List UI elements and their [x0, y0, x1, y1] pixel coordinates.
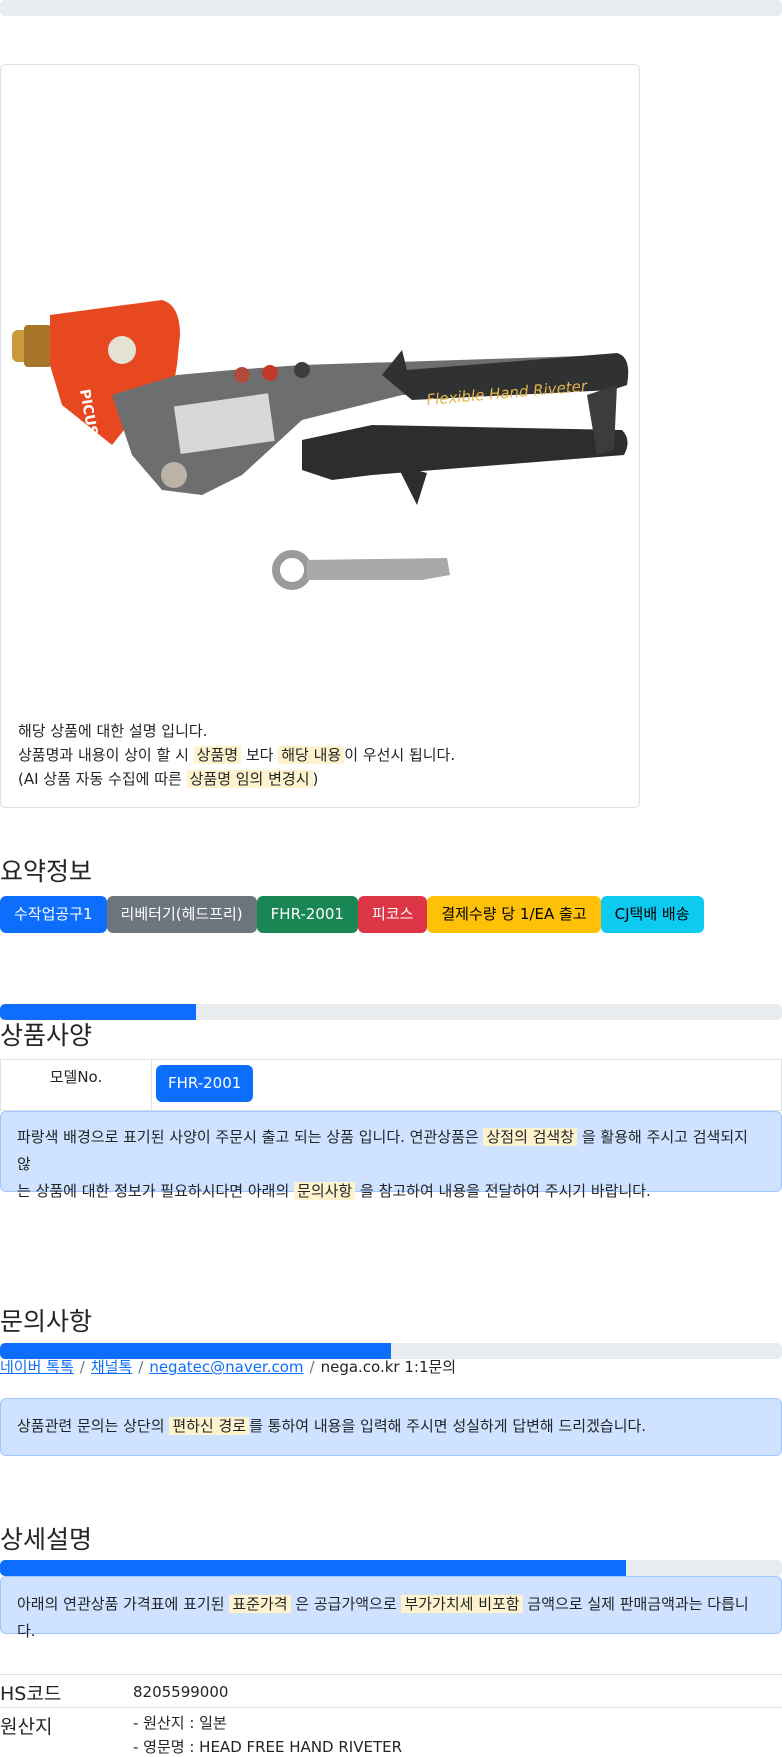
alert-text: 파랑색 배경으로 표기된 사양이 주문시 출고 되는 상품 입니다. 연관상품은 [17, 1128, 479, 1146]
highlight-vat: 부가가치세 비포함 [401, 1595, 523, 1613]
desc-text: (AI 상품 자동 수집에 따른 [18, 770, 182, 788]
badge-model[interactable]: FHR-2001 [256, 896, 358, 933]
detail-progress-bar [0, 1560, 782, 1576]
wrench-ring [272, 550, 312, 590]
email-link[interactable]: negatec@naver.com [149, 1358, 303, 1376]
highlight-content: 해당 내용 [278, 746, 345, 764]
badge-brand[interactable]: 피코스 [357, 896, 428, 933]
detail-alert: 아래의 연관상품 가격표에 표기된 표준가격 은 공급가액으로 부가가치세 비포… [0, 1576, 782, 1640]
desc-text: 상품명과 내용이 상이 할 시 [18, 746, 189, 764]
highlight-name-change: 상품명 임의 변경시 [186, 770, 313, 788]
alert-text: 는 상품에 대한 정보가 필요하시다면 아래의 [17, 1182, 290, 1200]
alert-text: 아래의 연관상품 가격표에 표기된 [17, 1595, 225, 1613]
highlight-product-name: 상품명 [193, 746, 242, 764]
inquiry-title: 문의사항 [0, 1307, 93, 1336]
badge-category[interactable]: 수작업공구1 [0, 896, 107, 933]
model-value-button[interactable]: FHR-2001 [156, 1065, 254, 1102]
site-inquiry-text: nega.co.kr 1:1문의 [320, 1358, 457, 1376]
alert-text: 상품관련 문의는 상단의 [17, 1417, 165, 1435]
model-label: 모델No. [1, 1060, 152, 1110]
origin-value: - 원산지 : 일본 - 영문명 : HEAD FREE HAND RIVETE… [133, 1711, 402, 1757]
lower-handle [302, 425, 628, 480]
badge-delivery[interactable]: CJ택배 배송 [600, 896, 704, 933]
alert-text: 를 통하여 내용을 입력해 주시면 성실하게 답변해 드리겠습니다. [249, 1417, 647, 1435]
product-description: 해당 상품에 대한 설명 입니다. 상품명과 내용이 상이 할 시 상품명 보다… [18, 719, 455, 791]
desc-line-1: 해당 상품에 대한 설명 입니다. [18, 722, 208, 740]
detail-title: 상세설명 [0, 1525, 93, 1554]
product-card: PICUS Flexible Hand Riveter 해당 상품에 대한 설명… [0, 64, 640, 808]
hs-code-label: HS코드 [0, 1683, 62, 1705]
origin-row: 원산지 - 원산지 : 일본 - 영문명 : HEAD FREE HAND RI… [0, 1707, 782, 1757]
desc-text: 이 우선시 됩니다. [344, 746, 456, 764]
desc-text: 보다 [245, 746, 274, 764]
origin-label: 원산지 [0, 1716, 53, 1738]
badge-subcategory[interactable]: 리베터기(헤드프리) [106, 896, 257, 933]
summary-badges: 수작업공구1 리베터기(헤드프리) FHR-2001 피코스 결제수량 당 1/… [0, 896, 704, 933]
wrench-blade [307, 558, 450, 580]
alert-text: 은 공급가액으로 [295, 1595, 397, 1613]
highlight-route: 편하신 경로 [169, 1417, 250, 1435]
spec-progress-bar [0, 1004, 782, 1020]
spec-table: 모델No. FHR-2001 [0, 1059, 782, 1111]
summary-title: 요약정보 [0, 857, 93, 886]
highlight-standard-price: 표준가격 [229, 1595, 291, 1613]
top-progress-bar [0, 0, 782, 16]
desc-text: ) [312, 770, 319, 788]
highlight-inquiry: 문의사항 [294, 1182, 356, 1200]
spec-alert: 파랑색 배경으로 표기된 사양이 주문시 출고 되는 상품 입니다. 연관상품은… [0, 1111, 782, 1200]
origin-english-name: - 영문명 : HEAD FREE HAND RIVETER [133, 1738, 403, 1756]
spec-title: 상품사양 [0, 1021, 93, 1050]
hs-code-value: 8205599000 [133, 1683, 229, 1701]
desc-line-3: (AI 상품 자동 수집에 따른 상품명 임의 변경시) [18, 767, 455, 791]
product-image: PICUS Flexible Hand Riveter [12, 300, 629, 590]
naver-talk-link[interactable]: 네이버 톡톡 [0, 1358, 74, 1376]
inquiry-alert: 상품관련 문의는 상단의 편하신 경로 를 통하여 내용을 입력해 주시면 성실하… [0, 1398, 782, 1456]
desc-line-2: 상품명과 내용이 상이 할 시 상품명 보다 해당 내용 이 우선시 됩니다. [18, 743, 455, 767]
hs-code-row: HS코드 8205599000 [0, 1674, 782, 1707]
badge-quantity[interactable]: 결제수량 당 1/EA 출고 [427, 896, 601, 933]
channel-talk-link[interactable]: 채널톡 [91, 1358, 132, 1376]
inquiry-links: 네이버 톡톡 / 채널톡 / negatec@naver.com / nega.co.kr … [0, 1358, 457, 1376]
alert-text: 을 참고하여 내용을 전달하여 주시기 바랍니다. [360, 1182, 651, 1200]
origin-country: - 원산지 : 일본 [133, 1714, 227, 1732]
highlight-search: 상점의 검색창 [483, 1128, 578, 1146]
